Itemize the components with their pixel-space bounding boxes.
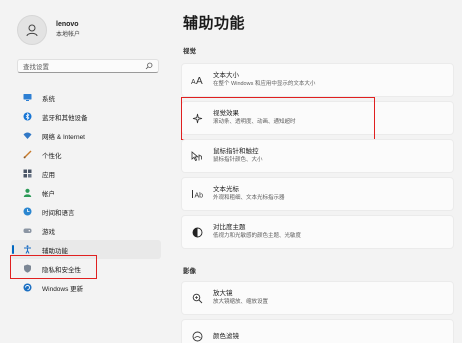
- sidebar-item-label: 网络 & Internet: [42, 133, 85, 141]
- card-visual-effects[interactable]: 视觉效果 滚动条、透明度、动画、通知超时: [181, 101, 454, 135]
- gamepad-icon: [23, 228, 32, 233]
- card-title: 视觉效果: [213, 110, 239, 117]
- svg-text:A: A: [196, 76, 203, 85]
- search-input[interactable]: 查找设置: [17, 59, 159, 73]
- card-desc: 低视力和光敏感的颜色主题、光敏度: [213, 233, 302, 239]
- shield-icon: [24, 264, 31, 273]
- accessibility-icon: [24, 245, 31, 254]
- color-filter-icon: [192, 331, 202, 341]
- wifi-icon: [23, 132, 32, 139]
- card-magnifier[interactable]: 放大镜 放大镜缩放、缩放设置: [181, 281, 454, 315]
- person-icon: [26, 24, 38, 37]
- sidebar-item-label: 帐户: [42, 190, 55, 198]
- bluetooth-icon: [23, 112, 32, 121]
- page-title: 辅助功能: [183, 15, 246, 32]
- monitor-icon: [23, 94, 32, 101]
- card-desc: 鼠标指针颜色、大小: [213, 157, 263, 163]
- sidebar-item-gaming[interactable]: 游戏: [11, 221, 161, 240]
- card-title: 对比度主题: [213, 224, 246, 231]
- card-title: 文本大小: [213, 72, 239, 79]
- card-color-filters[interactable]: 颜色滤镜: [181, 319, 454, 343]
- sidebar: lenovo 本地帐户 查找设置 系统 蓝牙和其他设备 网络 & Interne…: [0, 0, 166, 343]
- card-mouse-pointer[interactable]: 鼠标指针和触控 鼠标指针颜色、大小: [181, 139, 454, 173]
- settings-window: lenovo 本地帐户 查找设置 系统 蓝牙和其他设备 网络 & Interne…: [0, 0, 462, 343]
- brush-icon: [23, 150, 32, 159]
- user-profile[interactable]: lenovo 本地帐户: [17, 15, 80, 45]
- profile-subtitle: 本地帐户: [56, 32, 81, 38]
- sidebar-item-system[interactable]: 系统: [11, 88, 161, 107]
- card-title: 颜色滤镜: [213, 332, 239, 340]
- sidebar-item-label: 蓝牙和其他设备: [42, 114, 88, 122]
- sidebar-item-label: 辅助功能: [42, 247, 68, 255]
- apps-icon: [23, 169, 32, 178]
- sidebar-item-accounts[interactable]: 帐户: [11, 183, 161, 202]
- sidebar-item-label: 系统: [42, 95, 55, 103]
- search-icon[interactable]: [145, 62, 153, 70]
- selection-indicator: [12, 245, 14, 254]
- card-desc: 在整个 Windows 和应用中显示的文本大小: [213, 81, 316, 87]
- card-text-size[interactable]: AA 文本大小 在整个 Windows 和应用中显示的文本大小: [181, 63, 454, 97]
- card-desc: 放大镜缩放、缩放设置: [213, 299, 269, 305]
- card-title: 放大镜: [213, 290, 233, 297]
- sidebar-nav: 系统 蓝牙和其他设备 网络 & Internet 个性化 应用 帐户 时间和语言…: [11, 88, 161, 297]
- sidebar-item-label: 时间和语言: [42, 209, 75, 217]
- card-title: 文本光标: [213, 186, 239, 193]
- sidebar-item-label: 个性化: [42, 152, 62, 160]
- card-text-cursor[interactable]: Ab 文本光标 外观和粗细、文本光标指示器: [181, 177, 454, 211]
- sidebar-item-accessibility[interactable]: 辅助功能: [11, 240, 161, 259]
- sidebar-item-privacy[interactable]: 隐私和安全性: [11, 259, 161, 278]
- sidebar-item-network[interactable]: 网络 & Internet: [11, 126, 161, 145]
- update-icon: [23, 283, 32, 292]
- main-content: 辅助功能 视觉 AA 文本大小 在整个 Windows 和应用中显示的文本大小 …: [166, 0, 462, 343]
- sidebar-item-label: 游戏: [42, 228, 55, 236]
- card-desc: 外观和粗细、文本光标指示器: [213, 195, 285, 201]
- sidebar-item-personalization[interactable]: 个性化: [11, 145, 161, 164]
- globe-clock-icon: [23, 207, 32, 216]
- profile-name: lenovo: [56, 21, 79, 28]
- sparkle-icon: [192, 113, 202, 123]
- sidebar-item-bluetooth[interactable]: 蓝牙和其他设备: [11, 107, 161, 126]
- sidebar-item-apps[interactable]: 应用: [11, 164, 161, 183]
- person-icon: [23, 188, 32, 197]
- magnifier-icon: [192, 293, 202, 303]
- text-size-icon: AA: [191, 76, 203, 85]
- search-placeholder: 查找设置: [23, 64, 49, 71]
- section-label-hearing: 影像: [183, 268, 196, 275]
- sidebar-item-label: Windows 更新: [42, 285, 84, 293]
- sidebar-item-windows-update[interactable]: Windows 更新: [11, 278, 161, 297]
- avatar: [17, 15, 47, 45]
- mouse-pointer-icon: [191, 150, 202, 161]
- section-label-vision: 视觉: [183, 48, 196, 55]
- text-cursor-icon: Ab: [192, 190, 204, 200]
- card-title: 鼠标指针和触控: [213, 148, 259, 155]
- sidebar-item-label: 隐私和安全性: [42, 266, 81, 274]
- sidebar-item-time-language[interactable]: 时间和语言: [11, 202, 161, 221]
- sidebar-item-label: 应用: [42, 171, 55, 179]
- card-desc: 滚动条、透明度、动画、通知超时: [213, 119, 296, 125]
- card-contrast-themes[interactable]: 对比度主题 低视力和光敏感的颜色主题、光敏度: [181, 215, 454, 249]
- svg-text:Ab: Ab: [195, 193, 204, 200]
- contrast-icon: [192, 227, 202, 237]
